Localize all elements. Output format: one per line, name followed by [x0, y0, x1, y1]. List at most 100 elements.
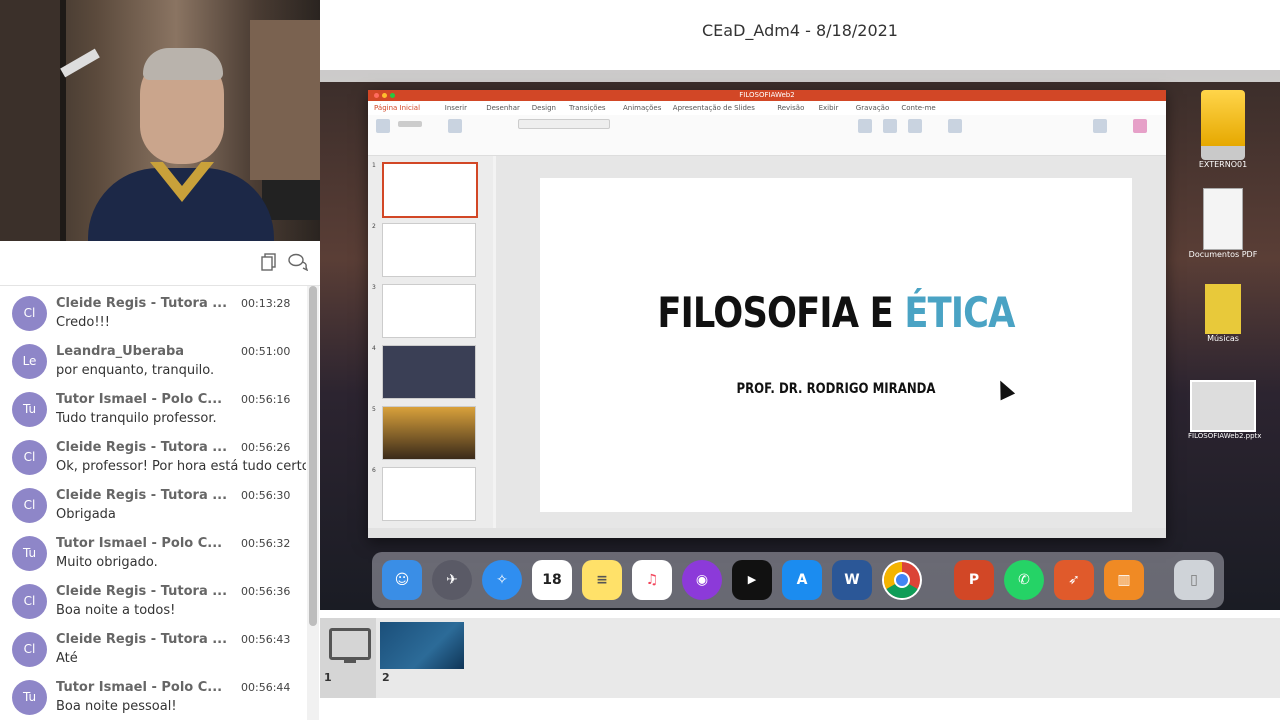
app-store-icon[interactable]: A — [782, 560, 822, 600]
slide-editor: FILOSOFIA E ÉTICA PROF. DR. RODRIGO MIRA… — [496, 156, 1166, 528]
message-text: Boa noite a todos! — [56, 603, 176, 618]
finder-icon[interactable]: ☺ — [382, 560, 422, 600]
ribbon-tab[interactable]: Página Inicial — [374, 104, 420, 112]
ppt-title-bar: FILOSOFIAWeb2 — [368, 90, 1166, 101]
ribbon-tab[interactable]: Apresentação de Slides — [673, 104, 755, 112]
powerpoint-window: FILOSOFIAWeb2 Página Inicial Inserir Desen… — [368, 90, 1166, 538]
avatar: Le — [12, 344, 47, 379]
copy-icon[interactable] — [259, 253, 279, 273]
chat-message: Le Leandra_Uberaba 00:51:00 por enquanto, t… — [0, 334, 306, 382]
chat-bubbles-icon[interactable] — [288, 253, 309, 273]
chat-message: Tu Tutor Ismael - Polo C... 00:56:44 Boa no… — [0, 670, 306, 718]
chat-scrollbar[interactable] — [307, 286, 319, 720]
message-time: 00:56:44 — [241, 681, 291, 694]
message-time: 00:51:00 — [241, 345, 291, 358]
slide-number: 5 — [372, 406, 376, 413]
avatar: Tu — [12, 680, 47, 715]
left-panel: Cl Cleide Regis - Tutora ... 00:13:28 Credo… — [0, 0, 320, 720]
webcam-video — [0, 0, 320, 241]
ribbon-tab[interactable]: Conte-me — [901, 104, 935, 112]
sender-name: Cleide Regis - Tutora ... — [56, 632, 228, 647]
powerpoint-icon[interactable]: P — [954, 560, 994, 600]
word-icon[interactable]: W — [832, 560, 872, 600]
ribbon-tab[interactable]: Desenhar — [486, 104, 520, 112]
books-icon[interactable]: ▥ — [1104, 560, 1144, 600]
mac-dock: ☺ ✈ ✧ 18 ≡ ♫ ◉ ▶ A W P ✆ ➶ ▥ ▯ — [372, 552, 1224, 608]
message-time: 00:56:36 — [241, 585, 291, 598]
launchpad-icon[interactable]: ✈ — [432, 560, 472, 600]
shapes-icon[interactable] — [883, 119, 897, 133]
design-ideas-icon[interactable] — [1093, 119, 1107, 133]
slide-thumbnail[interactable] — [382, 345, 476, 399]
message-text: Obrigada — [56, 507, 116, 522]
slide-thumbnail[interactable] — [382, 406, 476, 460]
strip-item-thumbnail[interactable] — [380, 622, 464, 669]
ribbon-tab[interactable]: Design — [532, 104, 556, 112]
arrange-icon[interactable] — [948, 119, 962, 133]
slide-thumbnail[interactable] — [382, 162, 478, 218]
slide-thumbnails: 1 2 3 4 5 6 — [368, 156, 493, 528]
ribbon-tab[interactable]: Exibir — [819, 104, 839, 112]
sender-name: Tutor Ismael - Polo C... — [56, 536, 223, 551]
slide-thumbnail[interactable] — [382, 467, 476, 521]
bottom-bar — [320, 698, 1280, 720]
message-time: 00:56:26 — [241, 441, 291, 454]
slide-title: FILOSOFIA E ÉTICA — [657, 288, 1015, 337]
cut-icon[interactable] — [398, 121, 422, 127]
font-select[interactable] — [518, 119, 610, 129]
mac-menu-bar — [320, 70, 1280, 82]
sender-name: Cleide Regis - Tutora ... — [56, 440, 228, 455]
desktop-icon-pptx[interactable]: FILOSOFIAWeb2.pptx — [1188, 380, 1261, 440]
ppt-status-bar — [368, 528, 1166, 538]
chat-message: Tu Tutor Ismael - Polo C... 00:56:16 Tudo t… — [0, 382, 306, 430]
strip-item-label: 1 — [324, 671, 332, 684]
desktop-icon-pdf[interactable]: Documentos PDF — [1188, 188, 1258, 259]
podcasts-icon[interactable]: ◉ — [682, 560, 722, 600]
strip-item-label: 2 — [382, 671, 390, 684]
message-time: 00:56:16 — [241, 393, 291, 406]
chat-message-list: Cl Cleide Regis - Tutora ... 00:13:28 Credo… — [0, 286, 306, 720]
slide-number: 1 — [372, 162, 376, 169]
scrollbar-thumb[interactable] — [309, 286, 317, 626]
chrome-icon[interactable] — [882, 560, 922, 600]
chat-message: Cl Cleide Regis - Tutora ... 00:56:43 Até — [0, 622, 306, 670]
avatar: Tu — [12, 392, 47, 427]
textbox-icon[interactable] — [908, 119, 922, 133]
window-title: CEaD_Adm4 - 8/18/2021 — [702, 21, 898, 40]
rocket-app-icon[interactable]: ➶ — [1054, 560, 1094, 600]
ribbon-tab[interactable]: Inserir — [445, 104, 467, 112]
message-time: 00:56:43 — [241, 633, 291, 646]
apple-tv-icon[interactable]: ▶ — [732, 560, 772, 600]
message-text: Ok, professor! Por hora está tudo certo — [56, 459, 306, 474]
message-time: 00:56:32 — [241, 537, 291, 550]
ribbon-tab[interactable]: Transições — [569, 104, 606, 112]
chat-message: Tu Tutor Ismael - Polo C... 00:56:32 Muito … — [0, 526, 306, 574]
chat-message: Cl Cleide Regis - Tutora ... 00:13:28 Credo… — [0, 286, 306, 334]
chat-toolbar — [0, 241, 320, 286]
image-icon[interactable] — [858, 119, 872, 133]
ribbon-tab[interactable]: Gravação — [856, 104, 889, 112]
video-strip: 1 2 — [320, 618, 1280, 698]
current-slide[interactable]: FILOSOFIA E ÉTICA PROF. DR. RODRIGO MIRA… — [540, 178, 1132, 512]
notes-icon[interactable]: ≡ — [582, 560, 622, 600]
sender-name: Cleide Regis - Tutora ... — [56, 488, 228, 503]
calendar-icon[interactable]: 18 — [532, 560, 572, 600]
trash-icon[interactable]: ▯ — [1174, 560, 1214, 600]
designer-icon[interactable] — [1133, 119, 1147, 133]
ribbon-toolbar — [368, 115, 1166, 156]
strip-item-screen[interactable]: 1 — [320, 618, 376, 698]
paste-icon[interactable] — [376, 119, 390, 133]
ribbon-tab[interactable]: Animações — [623, 104, 661, 112]
message-text: Até — [56, 651, 78, 666]
music-icon[interactable]: ♫ — [632, 560, 672, 600]
desktop-icon-music[interactable]: Músicas — [1188, 284, 1258, 343]
slide-thumbnail[interactable] — [382, 284, 476, 338]
whatsapp-icon[interactable]: ✆ — [1004, 560, 1044, 600]
new-slide-icon[interactable] — [448, 119, 462, 133]
desktop-icon-externo[interactable]: EXTERNO01 — [1188, 90, 1258, 169]
slide-thumbnail[interactable] — [382, 223, 476, 277]
safari-icon[interactable]: ✧ — [482, 560, 522, 600]
chat-message: Cl Cleide Regis - Tutora ... 00:56:36 Boa n… — [0, 574, 306, 622]
ribbon-tab[interactable]: Revisão — [777, 104, 804, 112]
presentation-header: CEaD_Adm4 - 8/18/2021 — [320, 0, 1280, 62]
